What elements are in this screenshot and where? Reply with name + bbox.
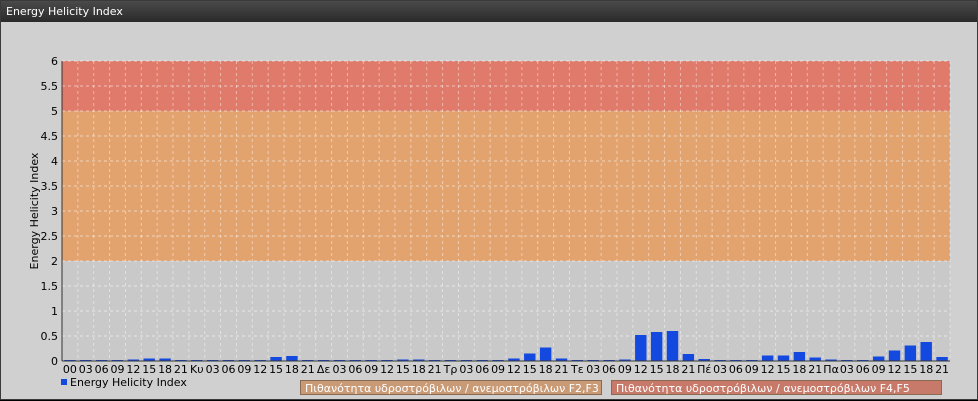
- x-tick-label: 06: [475, 363, 489, 376]
- y-tick-label: 4: [51, 155, 58, 168]
- x-tick-label: 18: [666, 363, 680, 376]
- x-tick-label: 12: [761, 363, 775, 376]
- x-tick-label: Πέ: [697, 363, 711, 376]
- bar: [809, 357, 821, 361]
- x-tick-label: 18: [412, 363, 426, 376]
- x-tick-label: 09: [872, 363, 886, 376]
- bar: [635, 335, 647, 361]
- x-tick-label: 09: [364, 363, 378, 376]
- y-tick-label: 1.5: [41, 280, 59, 293]
- y-tick-label: 5.5: [41, 80, 59, 93]
- bar: [904, 345, 917, 361]
- legend: Energy Helicity Index: [61, 376, 187, 389]
- x-tick-label: 15: [777, 363, 791, 376]
- y-tick-label: 3.5: [41, 180, 59, 193]
- x-tick-label: 18: [285, 363, 299, 376]
- x-tick-label: 18: [158, 363, 172, 376]
- legend-f2f3-label: Πιθανότητα υδροστρόβιλων / ανεμοστρόβιλω…: [305, 382, 599, 395]
- bar: [539, 347, 552, 361]
- y-tick-label: 0.5: [41, 330, 59, 343]
- x-tick-label: Πα: [823, 363, 839, 376]
- helicity-chart: 00.511.522.533.544.555.56 00 03 06 09 12 15 18…: [28, 55, 951, 389]
- x-tick-label: 21: [428, 363, 442, 376]
- x-tick-label: Τρ: [443, 363, 458, 376]
- bar: [872, 356, 885, 361]
- x-tick-label: 06: [95, 363, 109, 376]
- legend-swatch-ehi: [61, 379, 67, 385]
- y-tick-label: 1: [51, 305, 58, 318]
- legend-f2f3[interactable]: Πιθανότητα υδροστρόβιλων / ανεμοστρόβιλω…: [300, 380, 602, 395]
- x-tick-label: 21: [808, 363, 822, 376]
- y-tick-label: 4.5: [41, 130, 59, 143]
- bar: [524, 353, 536, 361]
- x-tick-label: Δε: [317, 363, 331, 376]
- x-tick-label: 18: [919, 363, 933, 376]
- x-tick-label: 12: [507, 363, 521, 376]
- bar: [650, 332, 663, 361]
- x-tick-label: 09: [491, 363, 505, 376]
- x-tick-label: 09: [237, 363, 251, 376]
- bar: [270, 357, 282, 361]
- x-tick-label: 15: [903, 363, 917, 376]
- x-tick-label: 12: [253, 363, 267, 376]
- x-tick-label: 03: [79, 363, 93, 376]
- x-tick-label: 06: [856, 363, 870, 376]
- y-tick-label: 5: [51, 105, 58, 118]
- x-tick-label: 09: [745, 363, 759, 376]
- x-tick-label: 15: [142, 363, 156, 376]
- x-tick-label: 03: [586, 363, 600, 376]
- y-tick-label: 6: [51, 55, 58, 68]
- x-tick-label: 09: [111, 363, 125, 376]
- x-tick-label: 15: [269, 363, 283, 376]
- legend-f4f5-label: Πιθανότητα υδροστρόβιλων / ανεμοστρόβιλω…: [616, 382, 910, 395]
- bar: [682, 354, 695, 361]
- x-tick-label: 12: [380, 363, 394, 376]
- x-tick-label: 03: [459, 363, 473, 376]
- y-axis-label: Energy Helicity Index: [28, 152, 41, 269]
- x-tick-label: 06: [602, 363, 616, 376]
- x-tick-label: 03: [713, 363, 727, 376]
- bar: [888, 350, 901, 361]
- x-tick-label: 21: [174, 363, 188, 376]
- x-tick-label: 09: [618, 363, 632, 376]
- x-tick-label: 12: [888, 363, 902, 376]
- x-tick-label: 06: [729, 363, 743, 376]
- bar: [936, 357, 948, 361]
- x-tick-label: 03: [206, 363, 220, 376]
- chart-window: Energy Helicity Index 0 0.5 1 1.5 2 2.5 3 3.5 4 4…: [0, 0, 978, 400]
- x-tick-label: 15: [396, 363, 410, 376]
- legend-f4f5[interactable]: Πιθανότητα υδροστρόβιλων / ανεμοστρόβιλω…: [611, 380, 942, 395]
- legend-label-ehi: Energy Helicity Index: [70, 376, 187, 389]
- x-tick-label: 06: [222, 363, 236, 376]
- x-tick-label: 21: [935, 363, 949, 376]
- x-tick-label: 18: [539, 363, 553, 376]
- x-tick-label: Τε: [570, 363, 584, 376]
- x-tick-label: 03: [840, 363, 854, 376]
- bar: [666, 331, 679, 361]
- y-tick-labels: 0 0.5 1 1.5 2 2.5 3 3.5 4 4.5 5 5.5 6: [41, 55, 59, 368]
- x-tick-label: 12: [634, 363, 648, 376]
- x-tick-label: 15: [650, 363, 664, 376]
- x-tick-label: Κυ: [190, 363, 204, 376]
- x-tick-label: 00: [63, 363, 77, 376]
- y-tick-label: 3: [51, 205, 58, 218]
- y-tick-label: 0: [51, 355, 58, 368]
- x-tick-label: 18: [792, 363, 806, 376]
- x-tick-label: 12: [126, 363, 140, 376]
- bar: [920, 342, 932, 361]
- x-tick-label: 21: [301, 363, 315, 376]
- x-tick-labels: 00 03 06 09 12 15 18 21 Κυ 03 06 09 12 15 18 21 Δε 03 06 09…: [63, 363, 949, 376]
- x-tick-label: 03: [333, 363, 347, 376]
- y-tick-label: 2.5: [41, 230, 59, 243]
- x-tick-label: 06: [348, 363, 362, 376]
- bar: [777, 355, 790, 361]
- x-tick-label: 21: [555, 363, 569, 376]
- x-tick-label: 15: [523, 363, 537, 376]
- bar: [286, 356, 298, 361]
- y-tick-label: 2: [51, 255, 58, 268]
- x-tick-label: 21: [681, 363, 695, 376]
- bar: [761, 355, 774, 361]
- bar: [793, 352, 806, 361]
